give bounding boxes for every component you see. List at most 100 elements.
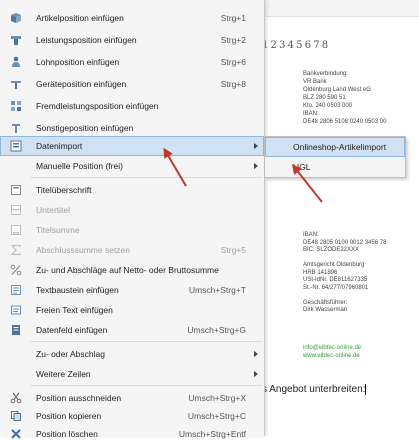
tab-ruler: 1 2 3 4 5 6 7 8 — [262, 40, 328, 51]
menu-item-textbaustein[interactable]: Textbaustein einfügen Umsch+Strg+T — [0, 280, 264, 300]
menu-separator — [30, 385, 262, 386]
menu-label: Sonstigeposition einfügen — [36, 123, 134, 133]
company-line: Amtsgericht Oldenburg — [303, 262, 365, 268]
menu-label: Untertitel — [36, 205, 71, 215]
company-line — [303, 255, 386, 263]
title-sum-icon — [11, 225, 21, 235]
text-block-icon — [11, 285, 21, 295]
menu-shortcut: Umsch+Strg+Entf — [178, 429, 246, 439]
menu-item-leistungsposition[interactable]: Leistungsposition einfügen Strg+2 — [0, 30, 264, 50]
menu-shortcut: Strg+5 — [220, 245, 246, 255]
submenu-arrow-icon — [254, 163, 258, 169]
datenimport-submenu: Onlineshop-Artikelimport UGL — [264, 136, 406, 178]
toolbar-strip — [262, 0, 419, 17]
bank-line: DE48 2806 5108 0240 0503 00 — [303, 119, 387, 125]
company-line: IBAN: — [303, 232, 319, 238]
website-link: www.elbtec-online.de — [303, 353, 360, 359]
menu-item-weitere-zeilen[interactable]: Weitere Zeilen — [0, 364, 264, 384]
submenu-label: Onlineshop-Artikelimport — [293, 142, 387, 152]
menu-label: Titelüberschrift — [36, 185, 92, 195]
company-details: IBAN: DE48 2805 0100 0012 3456 78 BIC: S… — [303, 232, 386, 315]
menu-item-manuelle-position[interactable]: Manuelle Position (frei) — [0, 156, 264, 176]
equipment-icon — [11, 81, 21, 89]
menu-label: Position löschen — [36, 429, 98, 439]
bank-line: IBAN: — [303, 111, 319, 117]
company-line: St.-Nr. 64/277/07960801 — [303, 284, 369, 291]
menu-item-kopieren[interactable]: Position kopieren Umsch+Strg+C — [0, 406, 264, 426]
menu-label: Leistungsposition einfügen — [36, 35, 137, 45]
misc-position-icon — [12, 124, 20, 133]
company-line: Dirk Wasserman — [303, 307, 348, 313]
menu-label: Weitere Zeilen — [36, 369, 91, 379]
menu-label: Abschlusssumme setzen — [36, 245, 131, 255]
menu-item-loeschen[interactable]: Position löschen Umsch+Strg+Entf — [0, 424, 264, 444]
company-line — [303, 292, 386, 300]
menu-item-fremdleistungsposition[interactable]: Fremdleistungsposition einfügen — [0, 96, 264, 116]
menu-label: Position ausschneiden — [36, 393, 122, 403]
bank-line: Bankverbindung: — [303, 71, 349, 77]
submenu-item-ugl[interactable]: UGL — [265, 157, 405, 177]
menu-item-zu-oder-abschlag[interactable]: Zu- oder Abschlag — [0, 344, 264, 364]
menu-item-geraeteposition[interactable]: Geräteposition einfügen Strg+8 — [0, 74, 264, 94]
scissors-icon — [10, 392, 22, 404]
menu-shortcut: Strg+2 — [220, 35, 246, 45]
submenu-item-onlineshop-import[interactable]: Onlineshop-Artikelimport — [265, 137, 405, 157]
menu-shortcut: Strg+6 — [220, 57, 246, 67]
menu-item-freien-text[interactable]: Freien Text einfügen — [0, 300, 264, 320]
menu-shortcut: Umsch+Strg+G — [187, 325, 246, 335]
menu-item-datenfeld[interactable]: Datenfeld einfügen Umsch+Strg+G — [0, 320, 264, 340]
menu-label: Datenimport — [36, 141, 83, 151]
delete-x-icon — [11, 429, 21, 439]
company-line: DE48 2805 0100 0012 3456 78 — [303, 239, 387, 246]
menu-item-ausschneiden[interactable]: Position ausschneiden Umsch+Strg+X — [0, 388, 264, 408]
menu-item-artikelposition[interactable]: Artikelposition einfügen Strg+1 — [0, 8, 264, 28]
submenu-arrow-icon — [254, 143, 258, 149]
menu-label: Textbaustein einfügen — [36, 285, 119, 295]
menu-item-lohnposition[interactable]: Lohnposition einfügen Strg+6 — [0, 52, 264, 72]
bank-line: Oldenburg Land West eG — [303, 87, 371, 93]
menu-item-datenimport[interactable]: Datenimport — [0, 136, 264, 156]
menu-shortcut: Umsch+Strg+C — [187, 411, 246, 421]
company-line: USt-IdNr. DE811627335 — [303, 277, 368, 283]
bank-line: BLZ 280 590 51 — [303, 95, 346, 101]
bank-line: Kto. 240 0503 000 — [303, 103, 353, 109]
company-line: HRB 141896 — [303, 269, 338, 276]
menu-item-abschlusssumme[interactable]: Abschlusssumme setzen Strg+5 — [0, 240, 264, 260]
submenu-arrow-icon — [254, 371, 258, 377]
menu-item-titelsumme[interactable]: Titelsumme — [0, 220, 264, 240]
document-text-line[interactable]: s Angebot unterbreiten: — [262, 384, 367, 396]
company-line: BIC: SLZODE22XXX — [303, 247, 360, 253]
menu-label: Freien Text einfügen — [36, 305, 113, 315]
menu-item-untertitel[interactable]: Untertitel — [0, 200, 264, 220]
menu-label: Manuelle Position (frei) — [36, 161, 123, 171]
menu-label: Zu- oder Abschlag — [36, 349, 105, 359]
menu-label: Titelsumme — [36, 225, 80, 235]
menu-shortcut: Strg+8 — [220, 79, 246, 89]
data-import-icon — [10, 140, 22, 152]
context-menu: Artikelposition einfügen Strg+1 Leistung… — [0, 0, 265, 439]
menu-label: Geräteposition einfügen — [36, 79, 127, 89]
subtitle-icon — [11, 205, 21, 215]
external-service-icon — [11, 101, 21, 111]
menu-separator — [30, 177, 262, 178]
email-link: info@elbtec-online.de — [303, 345, 362, 351]
copy-icon — [11, 411, 21, 421]
menu-separator — [30, 341, 262, 342]
menu-shortcut: Umsch+Strg+X — [188, 393, 246, 403]
bank-line: VR Bank — [303, 79, 327, 85]
submenu-arrow-icon — [254, 351, 258, 357]
menu-label: Lohnposition einfügen — [36, 57, 120, 67]
free-text-icon — [11, 305, 21, 315]
offer-text: s Angebot unterbreiten: — [262, 384, 366, 396]
menu-item-sonstigeposition[interactable]: Sonstigeposition einfügen — [0, 118, 264, 138]
menu-item-titelueberschrift[interactable]: Titelüberschrift — [0, 180, 264, 200]
menu-shortcut: Strg+1 — [220, 13, 246, 23]
article-icon — [11, 13, 21, 23]
menu-label: Datenfeld einfügen — [36, 325, 108, 335]
data-field-icon — [12, 325, 20, 335]
menu-item-zu-und-abschlaege[interactable]: Zu- und Abschläge auf Netto- oder Brutto… — [0, 260, 264, 280]
wage-person-icon — [12, 56, 20, 67]
bank-details: Bankverbindung: VR Bank Oldenburg Land W… — [303, 70, 386, 126]
menu-label: Artikelposition einfügen — [36, 13, 124, 23]
menu-shortcut: Umsch+Strg+T — [188, 285, 246, 295]
